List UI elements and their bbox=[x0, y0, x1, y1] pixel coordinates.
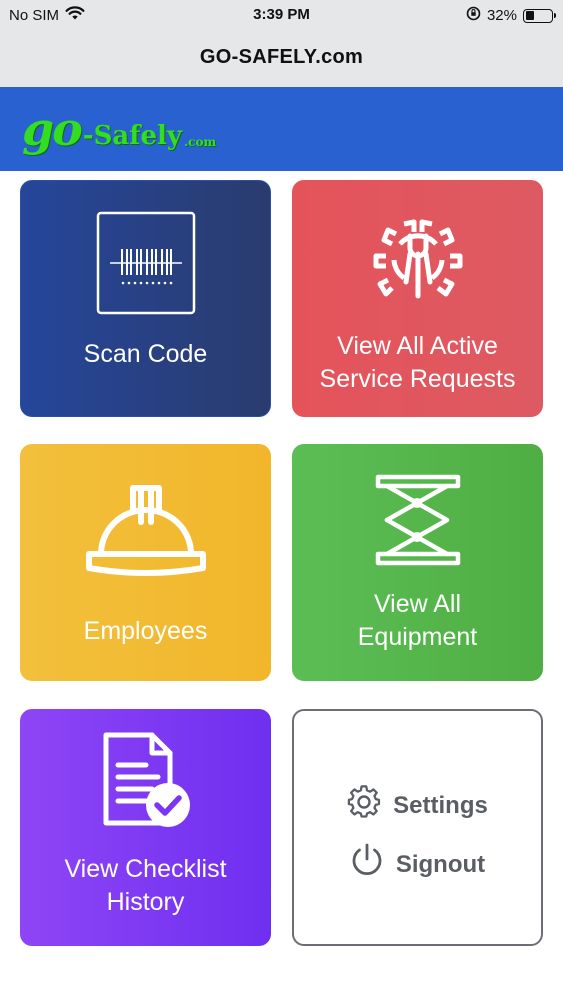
signout-label: Signout bbox=[395, 850, 486, 878]
barcode-scan-icon bbox=[96, 211, 196, 320]
service-requests-label: View All Active Service Requests bbox=[319, 332, 516, 393]
signout-link[interactable]: Signout bbox=[294, 843, 541, 886]
document-check-icon bbox=[98, 731, 194, 836]
gear-wrench-icon bbox=[370, 210, 466, 311]
employees-tile[interactable]: Employees bbox=[20, 444, 271, 681]
settings-label: Settings bbox=[393, 791, 488, 819]
brand-header: go -Safely .com bbox=[0, 87, 563, 171]
power-icon bbox=[350, 843, 384, 886]
battery-icon bbox=[523, 8, 556, 23]
scissor-lift-icon bbox=[375, 474, 461, 571]
employees-label: Employees bbox=[83, 617, 208, 645]
go-safely-logo[interactable]: go -Safely .com bbox=[22, 106, 216, 152]
battery-percent: 32% bbox=[486, 7, 517, 24]
hard-hat-icon bbox=[83, 482, 209, 587]
checklist-history-label: View Checklist History bbox=[64, 855, 227, 916]
settings-signout-tile: Settings Signout bbox=[292, 709, 543, 946]
battery-fill bbox=[525, 11, 534, 20]
equipment-label: View All Equipment bbox=[357, 590, 478, 651]
service-requests-tile[interactable]: View All Active Service Requests bbox=[292, 180, 543, 417]
status-right: 32% bbox=[466, 6, 556, 25]
scan-code-tile[interactable]: Scan Code bbox=[20, 180, 271, 417]
status-bar: No SIM 3:39 PM 32% bbox=[0, 0, 563, 32]
orientation-lock-icon bbox=[466, 6, 481, 25]
url-text: GO-SAFELY.com bbox=[199, 46, 364, 68]
equipment-tile[interactable]: View All Equipment bbox=[292, 444, 543, 681]
url-bar[interactable]: GO-SAFELY.com bbox=[0, 32, 563, 87]
scan-code-label: Scan Code bbox=[83, 340, 208, 368]
settings-link[interactable]: Settings bbox=[294, 785, 541, 826]
gear-icon bbox=[347, 785, 381, 826]
checklist-history-tile[interactable]: View Checklist History bbox=[20, 709, 271, 946]
